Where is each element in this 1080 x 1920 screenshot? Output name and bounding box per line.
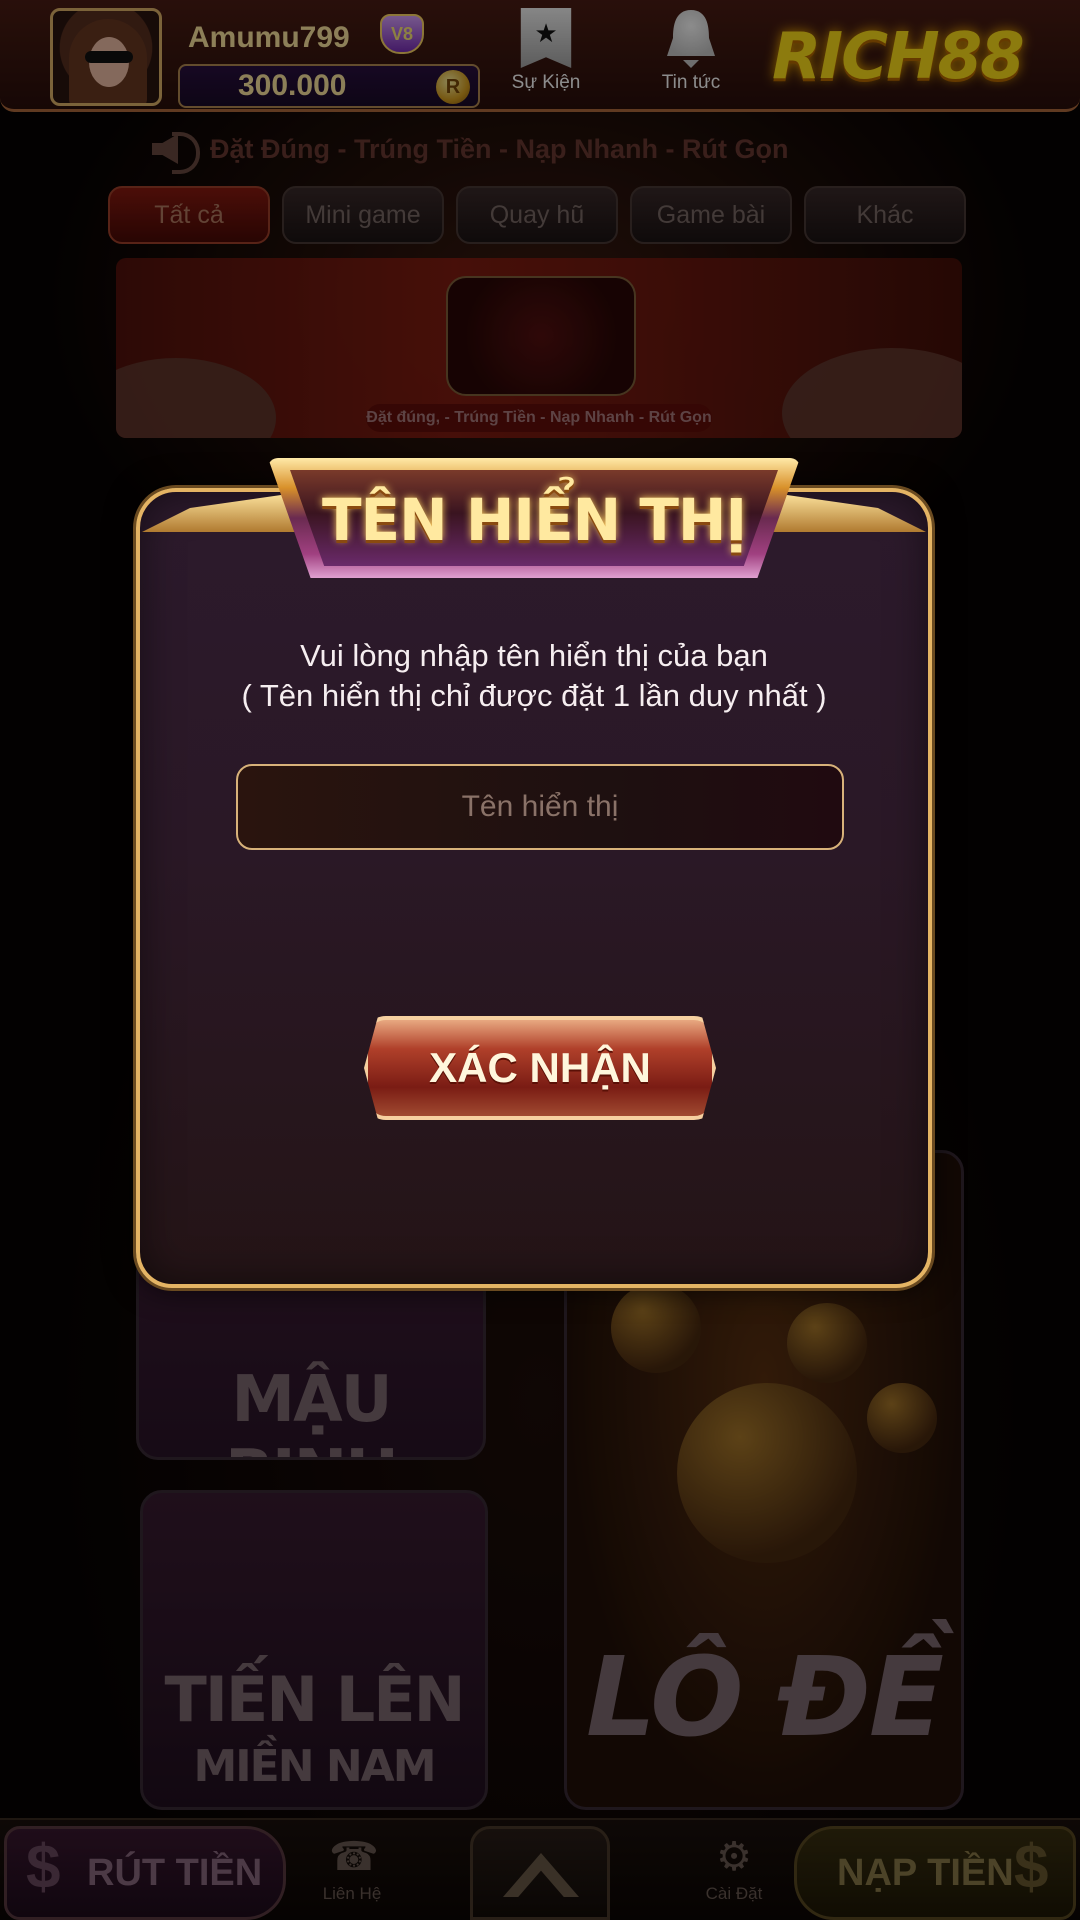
display-name-dialog: TÊN HIỂN THỊ Vui lòng nhập tên hiển thị … bbox=[100, 458, 968, 1288]
dialog-message: Vui lòng nhập tên hiển thị của bạn bbox=[300, 638, 768, 673]
dialog-panel bbox=[136, 488, 932, 1288]
dialog-title: TÊN HIỂN THỊ bbox=[321, 486, 747, 554]
confirm-button[interactable]: XÁC NHẬN bbox=[364, 1016, 716, 1120]
dialog-note: ( Tên hiển thị chỉ được đặt 1 lần duy nh… bbox=[241, 678, 827, 713]
display-name-input[interactable] bbox=[236, 764, 844, 850]
